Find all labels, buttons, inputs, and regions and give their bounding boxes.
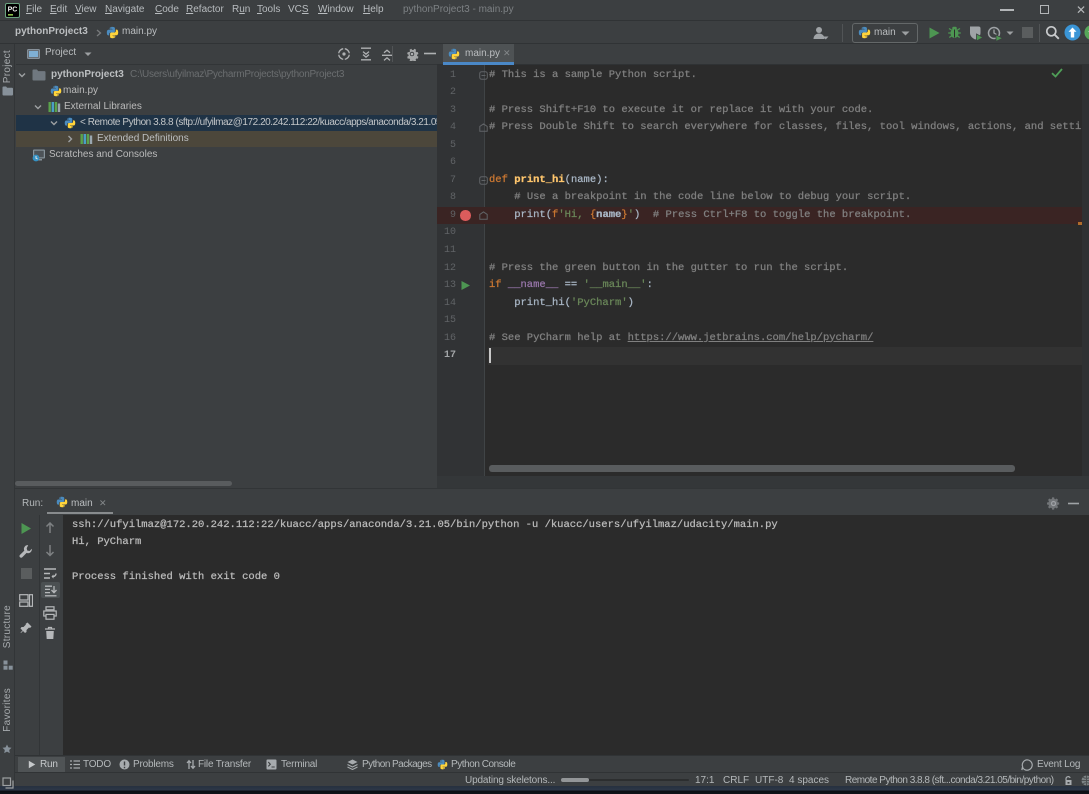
svg-text:PC: PC <box>8 7 18 14</box>
